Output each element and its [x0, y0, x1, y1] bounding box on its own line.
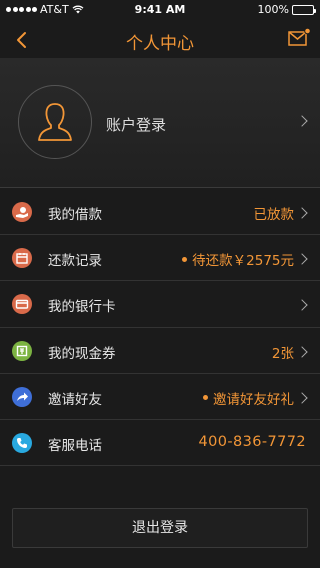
- status-dot: [182, 256, 188, 262]
- login-panel[interactable]: 账户登录: [0, 58, 320, 188]
- menu-label: 邀请好友: [48, 391, 102, 408]
- menu-label: 客服电话: [48, 437, 102, 454]
- menu-item-my-loans[interactable]: 我的借款 已放款: [0, 189, 320, 236]
- menu-label: 我的现金券: [48, 345, 116, 362]
- battery-icon: [292, 4, 316, 15]
- chevron-right-icon: [296, 392, 308, 404]
- battery-percent: 100%: [257, 3, 289, 16]
- menu-value: 已放款: [253, 207, 295, 223]
- chevron-right-icon: [296, 345, 308, 358]
- menu-label: 我的借款: [48, 207, 102, 223]
- menu-label: 我的银行卡: [48, 299, 116, 316]
- menu-value-wrap: 待还款￥2575元: [182, 249, 294, 269]
- status-bar: AT&T 9:41 AM 100%: [0, 0, 320, 20]
- chevron-right-icon: [296, 207, 308, 219]
- menu-value-wrap: 邀请好友好礼: [203, 388, 294, 408]
- avatar[interactable]: [18, 85, 92, 159]
- menu-item-repayment-record[interactable]: 还款记录 待还款￥2575元: [0, 235, 320, 282]
- menu-value: 待还款￥2575元: [192, 253, 294, 270]
- chevron-right-icon: [296, 115, 308, 127]
- mail-icon: [288, 27, 311, 46]
- hand-money-icon: [12, 202, 32, 222]
- logout-button[interactable]: 退出登录: [12, 508, 308, 548]
- bank-card-icon: [12, 294, 32, 315]
- menu-item-cash-coupons[interactable]: 我的现金券 2张: [0, 328, 320, 374]
- menu-value: 2张: [271, 345, 294, 362]
- user-icon: [38, 103, 72, 141]
- phone-number[interactable]: 400-836-7772: [198, 434, 306, 450]
- menu-item-invite-friends[interactable]: 邀请好友 邀请好友好礼: [0, 374, 320, 420]
- menu-item-bank-cards[interactable]: 我的银行卡: [0, 281, 320, 328]
- share-icon: [12, 386, 32, 407]
- calendar-icon: [12, 248, 32, 269]
- menu-item-customer-service[interactable]: 客服电话 400-836-7772: [0, 420, 320, 467]
- menu-list: 我的借款 已放款 还款记录 待还款￥2575元 我的银行卡 我的现金券 2张 邀…: [0, 189, 320, 467]
- menu-label: 还款记录: [48, 253, 102, 270]
- page-title: 个人中心: [126, 34, 194, 54]
- status-dot: [203, 395, 208, 401]
- messages-button[interactable]: [286, 26, 312, 50]
- chevron-right-icon: [296, 299, 308, 312]
- phone-icon: [12, 432, 32, 453]
- chevron-right-icon: [296, 253, 308, 265]
- coupon-icon: [12, 340, 32, 361]
- menu-value: 邀请好友好礼: [213, 391, 294, 408]
- nav-bar: 个人中心: [0, 20, 320, 58]
- battery-info: 100%: [257, 3, 316, 16]
- login-label: 账户登录: [106, 116, 167, 134]
